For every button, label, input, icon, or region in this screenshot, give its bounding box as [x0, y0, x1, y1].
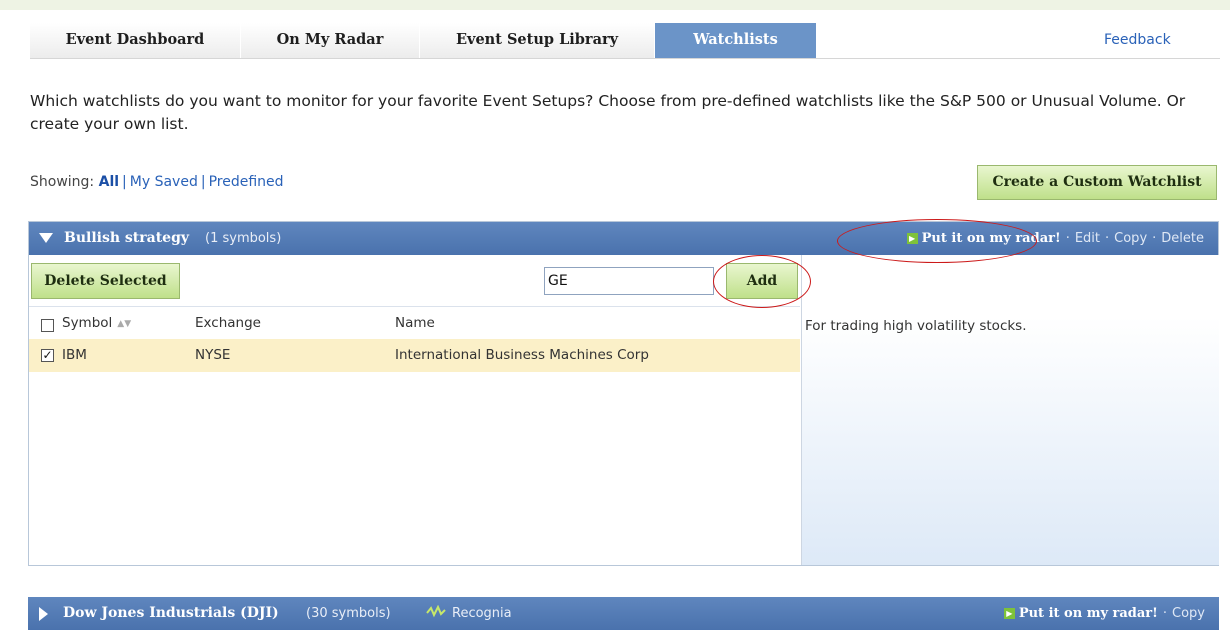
- delete-link[interactable]: Delete: [1161, 231, 1204, 246]
- watchlist-actions-dji: ▶ Put it on my radar! · Copy: [1003, 606, 1205, 621]
- copy-link[interactable]: Copy: [1114, 231, 1147, 246]
- filter-bar: Showing: All | My Saved | Predefined: [30, 174, 284, 190]
- row-name: International Business Machines Corp: [395, 347, 649, 363]
- watchlist-title[interactable]: Bullish strategy: [64, 230, 189, 246]
- watchlist-panel: Bullish strategy (1 symbols) ▶ Put it on …: [28, 221, 1219, 566]
- sort-icon[interactable]: ▲▼: [117, 319, 131, 329]
- row-exchange: NYSE: [195, 347, 231, 363]
- feedback-link[interactable]: Feedback: [1104, 32, 1171, 48]
- radar-arrow-icon: ▶: [1003, 608, 1015, 619]
- provider-name: Recognia: [452, 606, 512, 621]
- copy-link-dji[interactable]: Copy: [1172, 606, 1205, 621]
- intro-text: Which watchlists do you want to monitor …: [30, 92, 1186, 133]
- filter-label: Showing:: [30, 174, 95, 190]
- collapse-caret-icon[interactable]: [39, 233, 53, 243]
- watchlist-title-dji[interactable]: Dow Jones Industrials (DJI): [63, 605, 279, 621]
- filter-predefined[interactable]: Predefined: [209, 174, 284, 190]
- column-exchange[interactable]: Exchange: [195, 315, 261, 331]
- select-all-checkbox[interactable]: [41, 319, 54, 332]
- delete-selected-button[interactable]: Delete Selected: [31, 263, 180, 299]
- create-custom-watchlist-button[interactable]: Create a Custom Watchlist: [977, 165, 1217, 200]
- tab-event-dashboard[interactable]: Event Dashboard: [30, 23, 241, 58]
- top-strip: [0, 0, 1230, 10]
- filter-my-saved[interactable]: My Saved: [130, 174, 198, 190]
- watchlist-panel-dji: Dow Jones Industrials (DJI) (30 symbols)…: [28, 597, 1219, 630]
- watchlist-actions: ▶ Put it on my radar! · Edit · Copy · Delete: [906, 231, 1204, 246]
- filter-all[interactable]: All: [99, 174, 119, 190]
- put-on-radar-link[interactable]: Put it on my radar!: [922, 231, 1061, 246]
- add-symbol-button[interactable]: Add: [726, 263, 798, 299]
- provider-badge: Recognia: [426, 605, 512, 621]
- tab-watchlists[interactable]: Watchlists: [655, 23, 817, 58]
- table-row[interactable]: ✓ IBM NYSE International Business Machin…: [29, 339, 800, 372]
- radar-arrow-icon: ▶: [906, 233, 918, 244]
- edit-link[interactable]: Edit: [1075, 231, 1100, 246]
- column-name[interactable]: Name: [395, 315, 435, 331]
- watchlist-description: For trading high volatility stocks.: [805, 318, 1027, 334]
- tab-event-setup-library[interactable]: Event Setup Library: [420, 23, 655, 58]
- watchlist-symbol-count: (1 symbols): [205, 231, 282, 246]
- row-symbol: IBM: [62, 347, 87, 363]
- watchlist-header: Bullish strategy (1 symbols) ▶ Put it on …: [29, 222, 1218, 255]
- tab-on-my-radar[interactable]: On My Radar: [241, 23, 420, 58]
- description-pane: [801, 255, 1219, 565]
- symbols-table-header: Symbol ▲▼ Exchange Name: [29, 306, 800, 340]
- put-on-radar-link-dji[interactable]: Put it on my radar!: [1019, 606, 1158, 621]
- watchlist-symbol-count-dji: (30 symbols): [306, 606, 391, 621]
- recognia-logo-icon: [426, 605, 446, 618]
- column-symbol[interactable]: Symbol ▲▼: [62, 315, 131, 331]
- tab-bar: Event Dashboard On My Radar Event Setup …: [30, 23, 1220, 59]
- expand-caret-icon[interactable]: [39, 607, 48, 621]
- row-checkbox[interactable]: ✓: [41, 349, 54, 362]
- add-symbol-input[interactable]: [544, 267, 714, 295]
